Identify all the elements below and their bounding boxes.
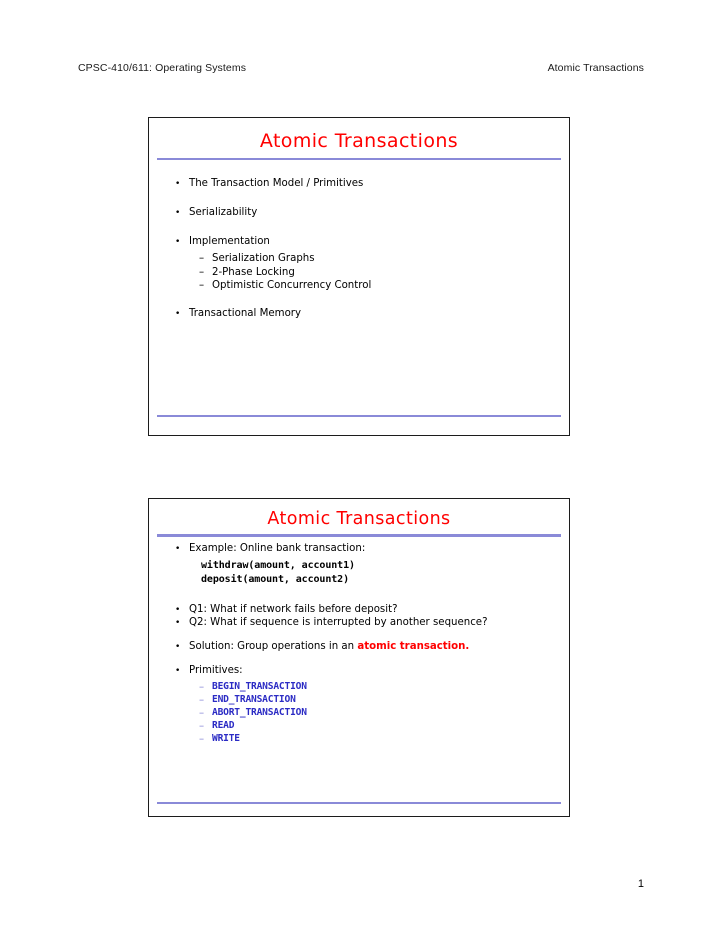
primitive-name: WRITE — [212, 733, 240, 745]
primitive-item: – WRITE — [159, 733, 559, 746]
subbullet-text: 2-Phase Locking — [212, 266, 295, 278]
code-line: deposit(amount, account2) — [201, 574, 350, 586]
bullet-text: Q2: What if sequence is interrupted by a… — [189, 616, 488, 628]
slide-2-footer-rule — [157, 801, 561, 804]
dash-marker-icon: – — [199, 279, 205, 291]
subbullet-item: – Serialization Graphs — [159, 252, 559, 265]
bullet-marker-icon: • — [175, 237, 181, 248]
bullet-item: • Transactional Memory — [159, 308, 559, 321]
bullet-item: • Q1: What if network fails before depos… — [159, 604, 559, 617]
bullet-marker-icon: • — [175, 179, 181, 190]
dash-marker-icon: – — [199, 681, 205, 693]
slide-2-title: Atomic Transactions — [267, 509, 451, 529]
dash-marker-icon: – — [199, 721, 205, 733]
primitive-item: – READ — [159, 720, 559, 733]
subbullet-item: – 2-Phase Locking — [159, 266, 559, 279]
primitive-item: – END_TRANSACTION — [159, 694, 559, 707]
bullet-text: Q1: What if network fails before deposit… — [189, 603, 398, 615]
slide-2-body: • Example: Online bank transaction: with… — [149, 537, 569, 746]
bullet-item: • Serializability — [159, 207, 559, 220]
dash-marker-icon: – — [199, 707, 205, 719]
solution-text: Solution: Group operations in an atomic … — [189, 641, 559, 654]
page-header: CPSC-410/611: Operating Systems Atomic T… — [78, 62, 644, 74]
primitive-name: END_TRANSACTION — [212, 693, 296, 705]
bullet-item: • Primitives: — [159, 665, 559, 678]
subbullet-item: – Optimistic Concurrency Control — [159, 279, 559, 292]
slide-1: Atomic Transactions • The Transaction Mo… — [148, 117, 570, 436]
dash-marker-icon: – — [199, 734, 205, 746]
primitive-item: – BEGIN_TRANSACTION — [159, 681, 559, 694]
bullet-marker-icon: • — [175, 641, 181, 652]
bullet-item: • Implementation — [159, 236, 559, 249]
primitive-name: BEGIN_TRANSACTION — [212, 680, 307, 692]
slide-2: Atomic Transactions • Example: Online ba… — [148, 498, 570, 817]
bullet-text: Serializability — [189, 207, 258, 219]
code-line: withdraw(amount, account1) — [201, 559, 355, 571]
subbullet-text: Optimistic Concurrency Control — [212, 279, 372, 291]
bullet-marker-icon: • — [175, 208, 181, 219]
bullet-text: Implementation — [189, 236, 270, 248]
primitive-name: READ — [212, 720, 235, 732]
page-number: 1 — [637, 878, 644, 890]
primitive-name: ABORT_TRANSACTION — [212, 706, 307, 718]
dash-marker-icon: – — [199, 253, 205, 265]
lecture-topic-label: Atomic Transactions — [547, 62, 644, 74]
solution-accent: atomic transaction. — [357, 640, 470, 652]
bullet-marker-icon: • — [175, 543, 181, 554]
bullet-marker-icon: • — [175, 617, 181, 628]
course-label: CPSC-410/611: Operating Systems — [78, 62, 247, 74]
slide-1-title: Atomic Transactions — [259, 130, 459, 152]
bullet-marker-icon: • — [175, 665, 181, 676]
bullet-text: Example: Online bank transaction: — [189, 542, 366, 554]
bullet-text: The Transaction Model / Primitives — [189, 178, 364, 190]
bullet-item: • Q2: What if sequence is interrupted by… — [159, 617, 559, 630]
bullet-item: • Example: Online bank transaction: — [159, 543, 559, 556]
slide-1-footer-rule — [157, 414, 561, 417]
subbullet-text: Serialization Graphs — [212, 253, 315, 265]
primitive-item: – ABORT_TRANSACTION — [159, 707, 559, 720]
bullet-text: Primitives: — [189, 664, 243, 676]
bullet-text: Transactional Memory — [189, 308, 302, 320]
bullet-item: • The Transaction Model / Primitives — [159, 178, 559, 191]
dash-marker-icon: – — [199, 266, 205, 278]
dash-marker-icon: – — [199, 694, 205, 706]
solution-item: • Solution: Group operations in an atomi… — [159, 641, 559, 654]
bullet-marker-icon: • — [175, 604, 181, 615]
bullet-marker-icon: • — [175, 309, 181, 320]
solution-prefix: Solution: Group operations in an — [189, 640, 358, 652]
slide-1-body: • The Transaction Model / Primitives • S… — [149, 160, 569, 321]
